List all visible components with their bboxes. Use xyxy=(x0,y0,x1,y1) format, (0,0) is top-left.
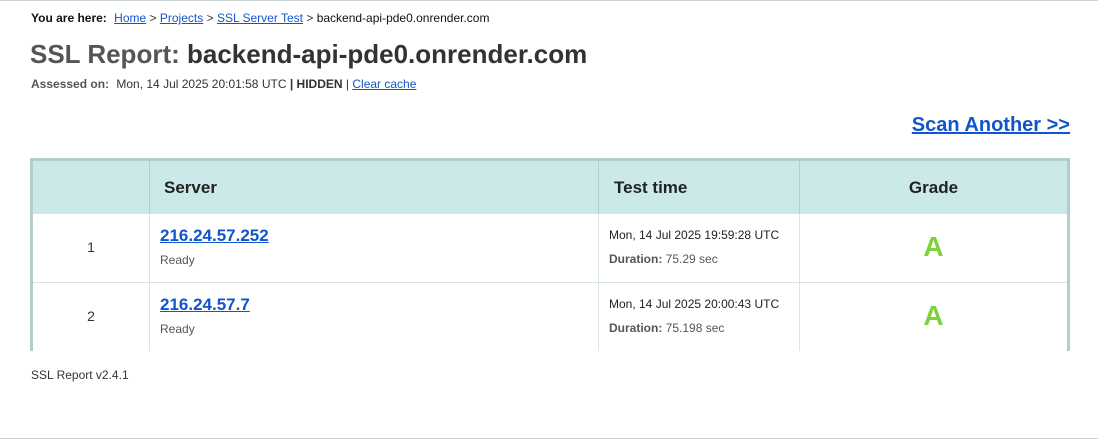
test-time-value: Mon, 14 Jul 2025 20:00:43 UTC xyxy=(609,297,780,311)
table-row: 1 216.24.57.252 Ready Mon, 14 Jul 2025 1… xyxy=(33,213,1067,282)
duration: Duration: 75.198 sec xyxy=(609,321,799,335)
breadcrumb-separator: > xyxy=(306,11,314,25)
page-title: SSL Report: backend-api-pde0.onrender.co… xyxy=(30,39,587,70)
test-time-cell: Mon, 14 Jul 2025 19:59:28 UTC Duration: … xyxy=(599,214,800,282)
table-header-row: Server Test time Grade xyxy=(33,161,1067,213)
breadcrumb: You are here: Home > Projects > SSL Serv… xyxy=(31,11,489,25)
duration-value: 75.198 sec xyxy=(665,321,725,335)
hidden-badge: HIDDEN xyxy=(296,77,343,91)
header-server: Server xyxy=(150,161,599,213)
duration-value: 75.29 sec xyxy=(665,252,718,266)
report-version: SSL Report v2.4.1 xyxy=(31,368,129,382)
page-title-prefix: SSL Report: xyxy=(30,39,180,69)
assessed-pipe: | xyxy=(289,77,294,91)
assessed-value: Mon, 14 Jul 2025 20:01:58 UTC xyxy=(116,77,287,91)
table-row: 2 216.24.57.7 Ready Mon, 14 Jul 2025 20:… xyxy=(33,282,1067,351)
duration: Duration: 75.29 sec xyxy=(609,252,799,266)
breadcrumb-ssl-server-test-link[interactable]: SSL Server Test xyxy=(217,11,303,25)
row-index: 1 xyxy=(33,214,150,282)
server-status: Ready xyxy=(160,322,195,336)
grade-badge: A xyxy=(923,300,944,331)
assessed-pipe: | xyxy=(345,77,350,91)
server-ip-link[interactable]: 216.24.57.252 xyxy=(160,226,269,246)
grade-badge: A xyxy=(923,231,944,262)
duration-label: Duration: xyxy=(609,252,663,266)
server-cell: 216.24.57.7 Ready xyxy=(150,283,599,351)
page-title-hostname: backend-api-pde0.onrender.com xyxy=(187,39,588,69)
breadcrumb-current: backend-api-pde0.onrender.com xyxy=(316,11,490,25)
server-status: Ready xyxy=(160,253,195,267)
breadcrumb-prefix: You are here: xyxy=(31,11,107,25)
header-grade: Grade xyxy=(908,178,959,197)
clear-cache-link[interactable]: Clear cache xyxy=(352,77,416,91)
breadcrumb-separator: > xyxy=(206,11,214,25)
scan-another-link[interactable]: Scan Another >> xyxy=(912,114,1070,137)
breadcrumb-home-link[interactable]: Home xyxy=(114,11,146,25)
assessed-label: Assessed on: xyxy=(31,77,110,91)
server-ip-link[interactable]: 216.24.57.7 xyxy=(160,295,250,315)
assessed-info: Assessed on: Mon, 14 Jul 2025 20:01:58 U… xyxy=(31,77,416,91)
test-time-cell: Mon, 14 Jul 2025 20:00:43 UTC Duration: … xyxy=(599,283,800,351)
header-index xyxy=(33,161,150,213)
duration-label: Duration: xyxy=(609,321,663,335)
header-test-time: Test time xyxy=(599,161,800,213)
breadcrumb-projects-link[interactable]: Projects xyxy=(160,11,203,25)
breadcrumb-separator: > xyxy=(149,11,157,25)
row-index: 2 xyxy=(33,283,150,351)
results-table: Server Test time Grade 1 216.24.57.252 R… xyxy=(30,158,1070,351)
test-time-value: Mon, 14 Jul 2025 19:59:28 UTC xyxy=(609,228,780,242)
server-cell: 216.24.57.252 Ready xyxy=(150,214,599,282)
